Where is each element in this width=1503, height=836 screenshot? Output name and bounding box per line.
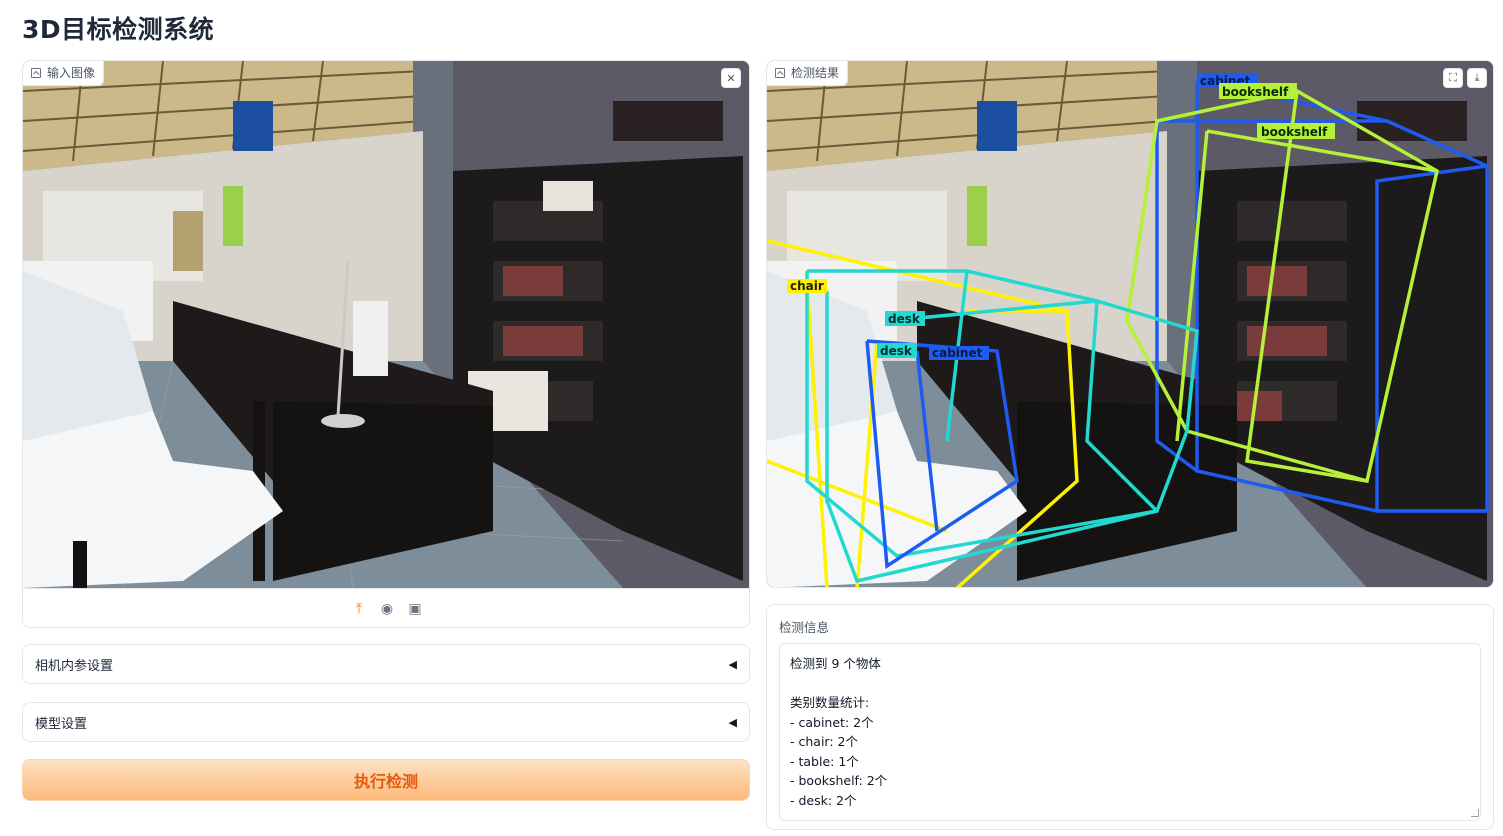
box-label-cabinet-2: cabinet: [932, 346, 983, 360]
camera-intrinsics-label: 相机内参设置: [35, 658, 114, 674]
detection-info-textarea[interactable]: 检测到 9 个物体 类别数量统计: - cabinet: 2个 - chair:…: [779, 643, 1481, 821]
clipboard-icon[interactable]: ▣: [407, 601, 423, 617]
close-icon: ✕: [726, 71, 736, 85]
run-detection-button[interactable]: 执行检测: [22, 759, 750, 801]
model-settings-accordion[interactable]: 模型设置 ◀: [22, 702, 750, 742]
image-icon: [31, 67, 41, 78]
input-image: [23, 61, 749, 588]
collapse-caret-icon: ◀: [728, 657, 737, 671]
input-image-label-text: 输入图像: [47, 66, 96, 80]
resize-handle[interactable]: [1471, 809, 1479, 817]
collapse-caret-icon: ◀: [728, 715, 737, 729]
box-label-bookshelf-2: bookshelf: [1261, 125, 1328, 139]
webcam-icon[interactable]: ◉: [379, 601, 395, 617]
model-settings-label: 模型设置: [35, 716, 88, 732]
box-label-desk-2: desk: [880, 344, 913, 358]
download-button[interactable]: ⤓: [1467, 68, 1487, 88]
page-title: 3D目标检测系统: [22, 15, 215, 44]
clear-image-button[interactable]: ✕: [721, 68, 741, 88]
app-root: 3D目标检测系统 输入图像 ✕ ⤒ ◉ ▣ 检测结果 ⛶ ⤓ cabinet b…: [0, 0, 1503, 836]
upload-icon[interactable]: ⤒: [351, 601, 367, 617]
output-image-label: 检测结果: [767, 61, 849, 86]
fullscreen-button[interactable]: ⛶: [1443, 68, 1463, 88]
camera-intrinsics-accordion[interactable]: 相机内参设置 ◀: [22, 644, 750, 684]
detection-info-panel: 检测信息 检测到 9 个物体 类别数量统计: - cabinet: 2个 - c…: [766, 604, 1494, 830]
download-icon: ⤓: [1474, 71, 1480, 84]
image-source-bar: ⤒ ◉ ▣: [23, 588, 749, 627]
box-label-chair: chair: [790, 279, 824, 293]
output-image-label-text: 检测结果: [791, 66, 840, 80]
box-label-bookshelf: bookshelf: [1222, 85, 1289, 99]
input-image-label: 输入图像: [23, 61, 105, 86]
output-image-panel: 检测结果 ⛶ ⤓ cabinet bookshelf bookshelf cha…: [766, 60, 1494, 588]
output-image: cabinet bookshelf bookshelf chair desk d…: [767, 61, 1493, 587]
box-label-desk: desk: [888, 312, 921, 326]
image-icon: [775, 67, 785, 78]
detection-info-label: 检测信息: [779, 620, 830, 635]
input-image-panel[interactable]: 输入图像 ✕ ⤒ ◉ ▣: [22, 60, 750, 628]
fullscreen-icon: ⛶: [1449, 71, 1457, 84]
